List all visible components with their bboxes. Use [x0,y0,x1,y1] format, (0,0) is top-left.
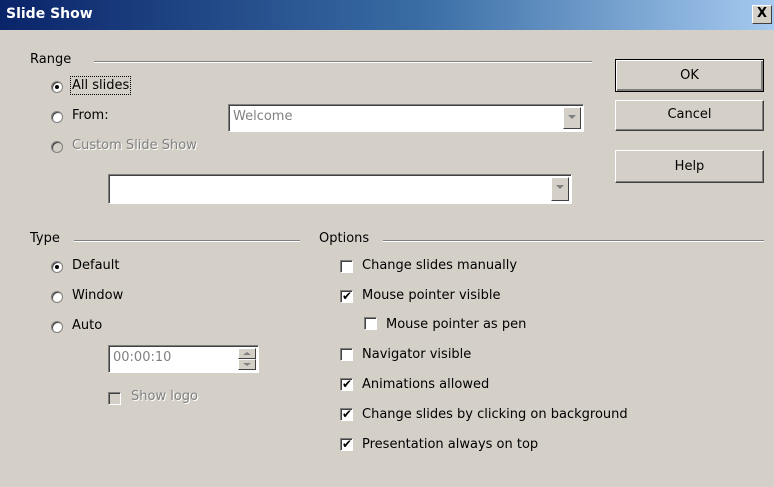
mouse-visible-label[interactable]: Mouse pointer visible [362,288,501,303]
change-manually-label[interactable]: Change slides manually [362,258,517,273]
from-slide-combo[interactable]: Welcome [228,104,584,132]
radio-custom-slide-show[interactable] [51,141,63,153]
pause-duration-value: 00:00:10 [113,350,172,365]
from-slide-dropdown-button[interactable] [563,107,581,129]
range-group-label: Range [30,52,72,67]
check-icon: ✔ [342,407,353,421]
radio-type-default[interactable] [51,261,63,273]
type-group-label: Type [30,231,60,246]
always-on-top-label[interactable]: Presentation always on top [362,437,538,452]
navigator-visible-label[interactable]: Navigator visible [362,347,471,362]
change-manually-checkbox[interactable] [340,260,353,273]
check-icon: ✔ [342,437,353,451]
check-icon: ✔ [342,289,353,303]
type-default-label[interactable]: Default [72,258,120,273]
spin-up-button[interactable] [238,348,256,359]
radio-type-window[interactable] [51,291,63,303]
custom-slide-show-combo[interactable] [108,174,572,204]
click-background-label[interactable]: Change slides by clicking on background [362,407,628,422]
chevron-up-icon [243,352,251,355]
radio-all-slides[interactable] [51,81,63,93]
custom-slide-show-dropdown-button[interactable] [551,177,569,201]
close-button[interactable]: X [752,5,772,24]
window-title: Slide Show [6,6,93,22]
custom-slide-show-label: Custom Slide Show [72,138,197,153]
radio-selected-dot [55,265,59,269]
pause-duration-spinner[interactable]: 00:00:10 [108,345,259,373]
from-slide-value: Welcome [233,109,293,124]
title-bar: Slide Show X [0,0,774,30]
type-divider [74,240,300,242]
options-group-label: Options [319,231,370,246]
all-slides-label[interactable]: All slides [69,76,132,95]
spin-down-button[interactable] [238,359,256,370]
close-icon: X [756,6,768,21]
always-on-top-checkbox[interactable]: ✔ [340,437,353,451]
type-auto-label[interactable]: Auto [72,318,102,333]
show-logo-checkbox[interactable] [108,392,121,405]
ok-button[interactable]: OK [615,59,764,92]
mouse-visible-checkbox[interactable]: ✔ [340,289,353,303]
cancel-button[interactable]: Cancel [615,100,764,131]
navigator-visible-checkbox[interactable] [340,348,353,361]
range-divider [94,61,592,63]
mouse-pen-checkbox[interactable] [364,317,377,330]
options-divider [383,240,764,242]
chevron-down-icon [556,185,564,189]
show-logo-label: Show logo [131,389,198,404]
radio-type-auto[interactable] [51,321,63,333]
animations-checkbox[interactable]: ✔ [340,377,353,391]
chevron-down-icon [243,363,251,366]
chevron-down-icon [568,115,576,119]
type-window-label[interactable]: Window [72,288,123,303]
radio-selected-dot [55,85,59,89]
check-icon: ✔ [342,377,353,391]
from-label[interactable]: From: [72,108,109,123]
radio-from[interactable] [51,111,63,123]
click-background-checkbox[interactable]: ✔ [340,407,353,421]
help-button[interactable]: Help [615,150,764,183]
spinner-buttons [238,348,256,370]
mouse-pen-label[interactable]: Mouse pointer as pen [386,317,526,332]
animations-label[interactable]: Animations allowed [362,377,489,392]
